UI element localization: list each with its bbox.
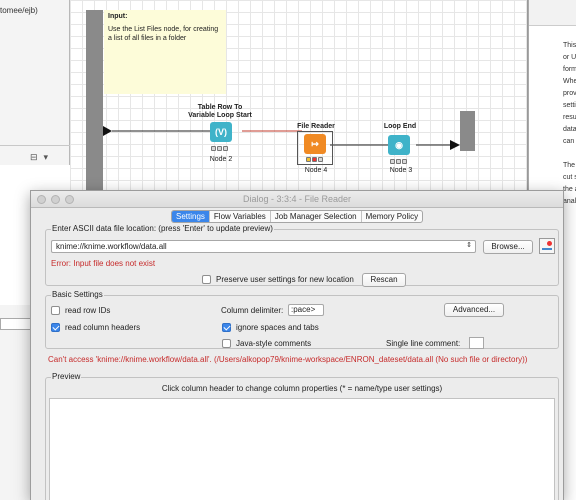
collapse-icon[interactable]: ⊟ [30,152,38,163]
description-line: This [563,42,576,49]
file-reader-node-icon: ↦ [311,138,319,149]
description-line: the a [563,186,576,193]
file-error-text: Error: Input file does not exist [51,259,156,268]
description-line: or U [563,54,576,61]
description-header [529,0,576,26]
tab-settings[interactable]: Settings [172,211,210,222]
file-location-legend: Enter ASCII data file location: (press '… [51,224,274,233]
column-delimiter-combo[interactable]: :pace> [288,304,324,316]
node-3-title: Loop End [368,123,432,131]
single-line-comment-label: Single line comment: [386,339,461,348]
dialog-title: Dialog - 3:3:4 - File Reader [242,194,352,204]
basic-settings-group: Basic Settings read row IDs Column delim… [45,290,559,349]
node-3-title-line1: Loop End [383,123,417,130]
description-line: The [563,162,576,169]
ignore-spaces-checkbox[interactable] [222,323,231,332]
preserve-settings-label: Preserve user settings for new location [216,275,354,284]
tab-memory-policy[interactable]: Memory Policy [362,211,422,222]
node-2-title: Table Row To Variable Loop Start [180,104,260,120]
description-line: anal [563,198,576,205]
workflow-canvas[interactable]: Input: Use the List Files node, for crea… [70,0,528,190]
advanced-button[interactable]: Advanced... [444,303,504,317]
input-port-arrow-icon [103,126,112,136]
tab-job-manager-selection[interactable]: Job Manager Selection [271,211,362,222]
node-2-title-line2: Variable Loop Start [188,112,252,119]
metanode-output-bar [460,111,475,151]
ignore-spaces-label: ignore spaces and tabs [236,323,319,332]
left-toolbar: ⊟ ▾ [30,152,48,163]
file-location-group: Enter ASCII data file location: (press '… [45,224,559,287]
description-line: prov [563,90,576,97]
description-line: setti [563,102,576,109]
node-2-title-line1: Table Row To [197,104,243,111]
access-error-text: Can't access 'knime://knime.workflow/dat… [48,355,528,364]
description-line: form [563,66,576,73]
basic-settings-legend: Basic Settings [51,290,104,299]
description-line: data [563,126,576,133]
node-4-title-line1: File Reader [297,123,335,130]
preview-group: Preview Click column header to change co… [45,372,559,500]
column-delimiter-label: Column delimiter: [221,306,284,315]
node-4-label: Node 4 [304,167,328,174]
description-line: can a [563,138,576,145]
node-4-status [306,157,323,163]
read-row-ids-label: read row IDs [65,306,111,315]
description-line: resu [563,114,576,121]
description-line [563,148,576,160]
node-3-status [390,159,407,165]
loop-end-node[interactable]: ◉ [388,135,410,155]
loop-end-node-icon: ◉ [395,139,403,150]
dialog-titlebar[interactable]: Dialog - 3:3:4 - File Reader [31,191,563,208]
preview-hint: Click column header to change column pro… [161,384,443,393]
node-2-label: Node 2 [209,156,233,163]
browse-button[interactable]: Browse... [483,240,533,254]
loop-start-node-icon: (V) [215,127,227,137]
node-4-title: File Reader [284,123,348,131]
tab-flow-variables[interactable]: Flow Variables [210,211,271,222]
file-location-combo[interactable]: knime://knime.workflow/data.all ⇕ [51,240,476,253]
node-2-status [211,146,228,152]
flow-variable-icon[interactable] [539,238,555,254]
file-location-value: knime://knime.workflow/data.all [56,242,167,251]
output-port-arrow-icon [450,140,460,150]
description-line: cut s [563,174,576,181]
dialog-tabs: Settings Flow Variables Job Manager Sele… [171,210,424,223]
loop-start-node[interactable]: (V) [210,122,232,142]
description-text: This or U form Whe prov setti resu data can a Th… [563,40,576,208]
read-column-headers-label: read column headers [65,323,141,332]
description-line: Whe [563,78,576,85]
java-comments-label: Java-style comments [236,339,312,348]
read-row-ids-checkbox[interactable] [51,306,60,315]
preserve-settings-checkbox[interactable] [202,275,211,284]
chevron-down-icon[interactable]: ▾ [44,152,49,163]
file-reader-dialog: Dialog - 3:3:4 - File Reader Settings Fl… [30,190,564,500]
java-comments-checkbox[interactable] [222,339,231,348]
chevron-updown-icon[interactable]: ⇕ [466,241,472,249]
node-3-label: Node 3 [389,167,413,174]
read-column-headers-checkbox[interactable] [51,323,60,332]
left-path-text: tomee/ejb) [0,6,38,15]
preview-table[interactable] [49,398,555,500]
left-divider [0,145,70,146]
rescan-button[interactable]: Rescan [362,273,406,287]
preview-legend: Preview [51,372,82,381]
file-reader-node[interactable]: ↦ [304,134,326,154]
single-line-comment-input[interactable] [469,337,484,349]
